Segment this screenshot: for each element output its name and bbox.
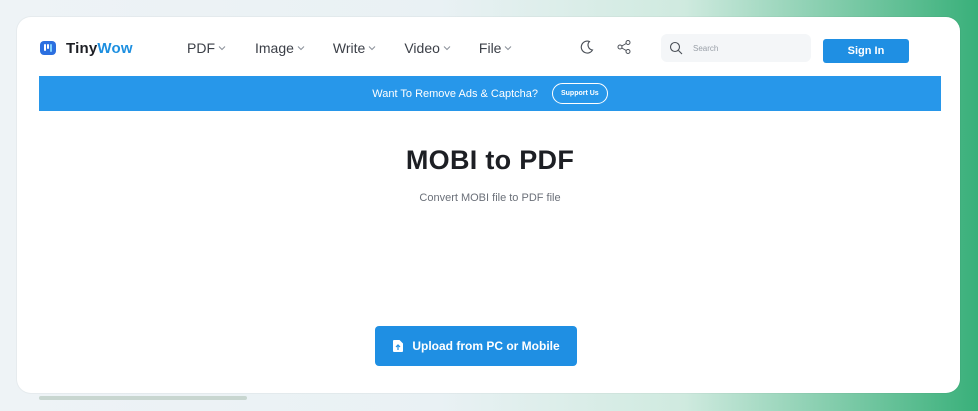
logo-icon: [39, 39, 57, 57]
promo-banner: Want To Remove Ads & Captcha? Support Us: [39, 76, 941, 111]
chevron-down-icon: [368, 46, 376, 51]
search-box[interactable]: [661, 34, 811, 62]
page: TinyWow PDF Image Write Video File Searc…: [39, 17, 941, 393]
brand-name-accent: Wow: [97, 39, 133, 57]
chevron-down-icon: [297, 46, 305, 51]
page-title: MOBI to PDF: [405, 145, 575, 175]
menu-item-label: Image: [255, 40, 294, 56]
horizontal-scrollbar[interactable]: [39, 396, 247, 400]
page-subtitle: Convert MOBI file to PDF file: [419, 192, 561, 204]
search-icon: [669, 41, 683, 55]
file-upload-icon: [393, 340, 404, 352]
sign-in-button[interactable]: Sign In: [823, 39, 909, 63]
top-navbar: TinyWow PDF Image Write Video File Searc…: [39, 17, 941, 76]
menu-item-label: PDF: [187, 40, 215, 56]
menu-item-file[interactable]: File: [479, 40, 513, 56]
menu-item-pdf[interactable]: PDF: [187, 40, 226, 56]
support-us-button[interactable]: Support Us: [551, 83, 608, 104]
menu-item-video[interactable]: Video: [404, 40, 451, 56]
menu-item-label: Video: [404, 40, 440, 56]
chevron-down-icon: [505, 46, 512, 51]
menu-item-write[interactable]: Write: [333, 40, 376, 56]
chevron-down-icon: [218, 46, 226, 51]
brand-logo[interactable]: TinyWow: [39, 39, 133, 57]
share-icon[interactable]: [616, 39, 634, 57]
menu-item-label: Write: [332, 40, 366, 56]
upload-button-label: Upload from PC or Mobile: [412, 339, 560, 353]
brand-name: TinyWow: [66, 40, 133, 57]
menu-item-label: File: [478, 40, 502, 56]
upload-button[interactable]: Upload from PC or Mobile: [375, 326, 577, 366]
moon-icon[interactable]: [579, 39, 597, 57]
menu-item-image[interactable]: Image: [255, 40, 305, 56]
search-input[interactable]: [691, 42, 805, 54]
chevron-down-icon: [443, 46, 451, 51]
browser-frame: TinyWow PDF Image Write Video File Searc…: [17, 17, 960, 393]
banner-text: Want To Remove Ads & Captcha?: [372, 87, 538, 100]
main-menu: PDF Image Write Video File: [187, 40, 512, 56]
brand-name-main: Tiny: [66, 39, 98, 57]
